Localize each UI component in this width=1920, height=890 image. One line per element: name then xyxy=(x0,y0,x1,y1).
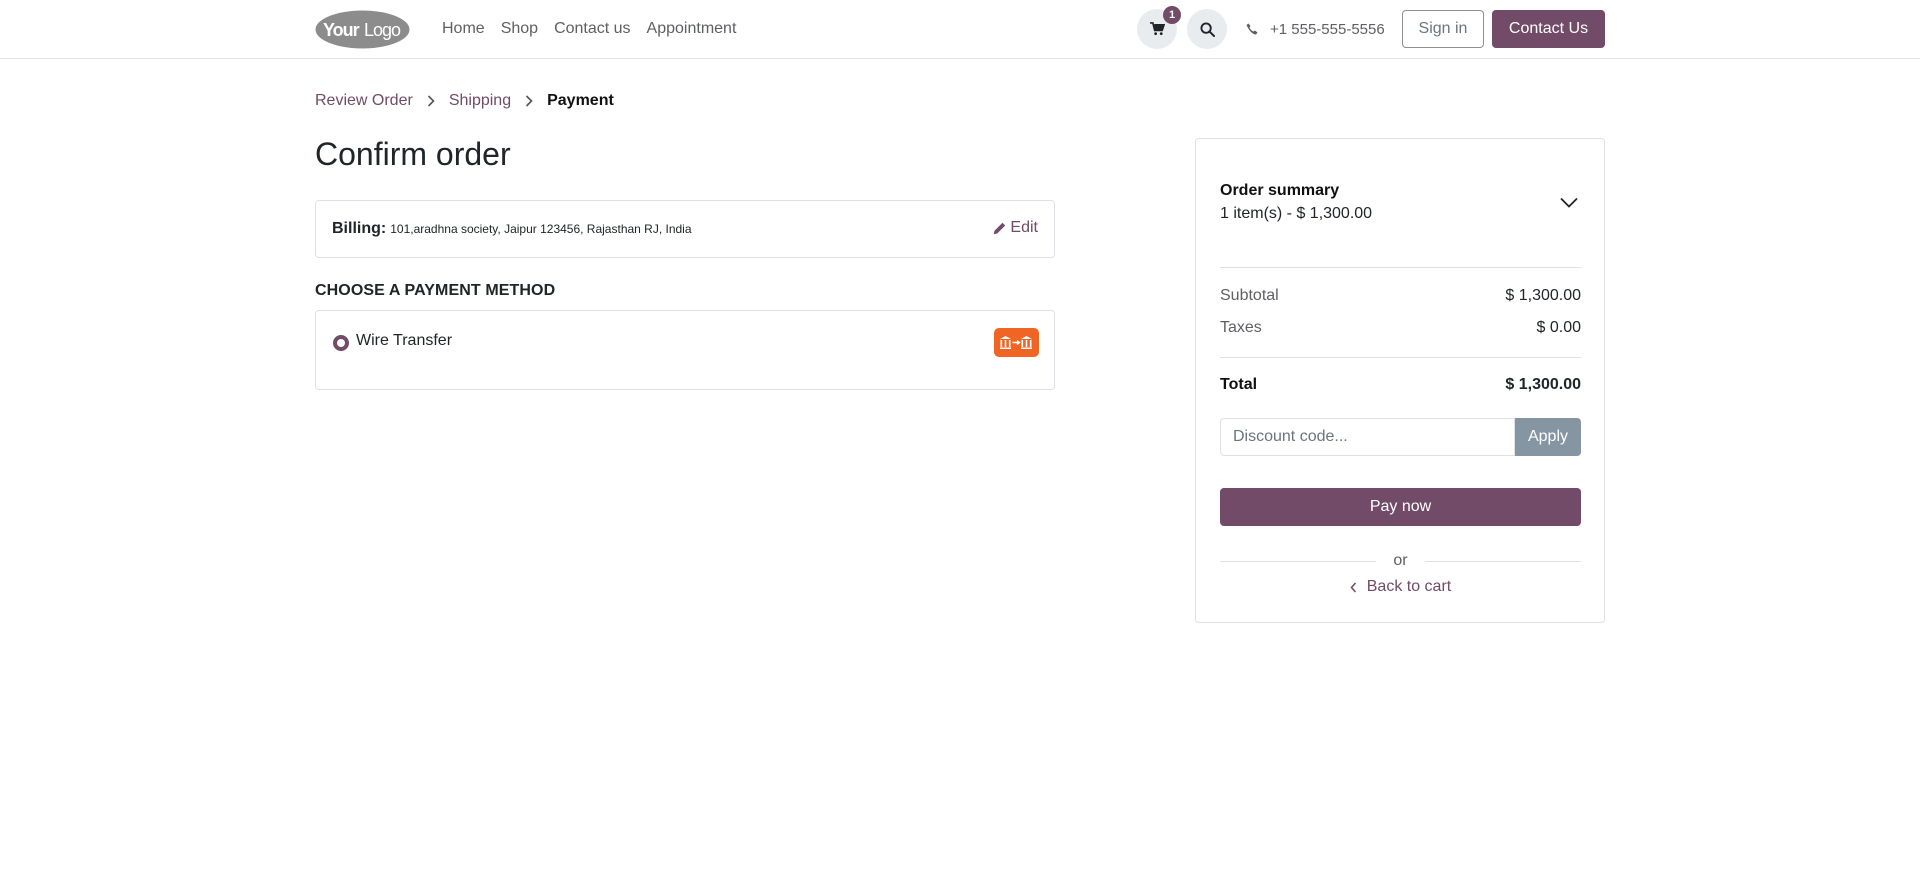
billing-label: Billing: xyxy=(332,220,387,237)
cart-icon xyxy=(1149,22,1165,36)
subtotal-value: $ 1,300.00 xyxy=(1505,287,1581,304)
total-label: Total xyxy=(1220,376,1258,393)
or-separator: or xyxy=(1220,551,1581,571)
payment-method-heading: CHOOSE A PAYMENT METHOD xyxy=(315,282,556,299)
main-nav: Home Shop Contact us Appointment xyxy=(442,0,752,58)
checkout-breadcrumb: Review Order Shipping Payment xyxy=(315,90,614,112)
site-header: Your Logo Home Shop Contact us Appointme… xyxy=(0,0,1920,59)
payment-method-option[interactable]: Wire Transfer xyxy=(315,310,1055,390)
back-to-cart-label: Back to cart xyxy=(1366,578,1452,595)
divider xyxy=(1220,357,1581,358)
discount-group: Apply xyxy=(1220,418,1581,456)
phone-link[interactable]: +1 555-555-5556 xyxy=(1246,0,1385,58)
order-summary-card: Order summary 1 item(s) - $ 1,300.00 Sub… xyxy=(1195,138,1605,623)
subtotal-label: Subtotal xyxy=(1220,287,1279,304)
back-to-cart-link[interactable]: Back to cart xyxy=(1220,576,1581,598)
total-value: $ 1,300.00 xyxy=(1505,376,1581,393)
billing-address: 101,aradhna society, Jaipur 123456, Raja… xyxy=(390,222,692,236)
total-row: Total $ 1,300.00 xyxy=(1220,376,1581,394)
taxes-label: Taxes xyxy=(1220,319,1262,336)
contact-us-button[interactable]: Contact Us xyxy=(1492,10,1605,48)
divider xyxy=(1220,267,1581,268)
subtotal-row: Subtotal $ 1,300.00 xyxy=(1220,287,1581,305)
pay-now-button[interactable]: Pay now xyxy=(1220,488,1581,526)
chevron-left-icon xyxy=(1350,581,1356,593)
order-summary-title: Order summary xyxy=(1220,182,1340,199)
breadcrumb-payment: Payment xyxy=(547,92,614,109)
breadcrumb-shipping[interactable]: Shipping xyxy=(449,92,511,110)
bank-transfer-icon xyxy=(994,328,1039,357)
sign-in-button[interactable]: Sign in xyxy=(1402,10,1484,48)
svg-text:Logo: Logo xyxy=(364,20,401,40)
payment-method-name: Wire Transfer xyxy=(356,332,453,349)
nav-home[interactable]: Home xyxy=(442,20,485,38)
taxes-value: $ 0.00 xyxy=(1536,319,1581,336)
breadcrumb-review-order[interactable]: Review Order xyxy=(315,92,413,110)
phone-number: +1 555-555-5556 xyxy=(1270,20,1385,38)
nav-appointment[interactable]: Appointment xyxy=(647,20,737,38)
billing-card: Billing: 101,aradhna society, Jaipur 123… xyxy=(315,200,1055,258)
nav-shop[interactable]: Shop xyxy=(501,20,538,38)
apply-discount-button[interactable]: Apply xyxy=(1515,418,1581,456)
payment-radio[interactable] xyxy=(333,335,349,351)
summary-toggle-button[interactable] xyxy=(1560,195,1578,213)
search-icon xyxy=(1199,21,1215,37)
svg-text:Your: Your xyxy=(323,20,360,40)
logo[interactable]: Your Logo xyxy=(315,10,410,49)
edit-billing-link[interactable]: Edit xyxy=(993,219,1038,237)
chevron-down-icon xyxy=(1560,197,1578,208)
chevron-right-icon xyxy=(525,95,533,107)
taxes-row: Taxes $ 0.00 xyxy=(1220,319,1581,337)
chevron-right-icon xyxy=(427,95,435,107)
edit-label: Edit xyxy=(1010,219,1038,236)
search-button[interactable] xyxy=(1187,9,1227,49)
nav-contact-us[interactable]: Contact us xyxy=(554,20,630,38)
pencil-icon xyxy=(994,222,1006,234)
discount-code-input[interactable] xyxy=(1220,418,1515,456)
order-summary-items: 1 item(s) - $ 1,300.00 xyxy=(1220,205,1373,222)
page-title: Confirm order xyxy=(315,136,511,172)
phone-icon xyxy=(1246,23,1258,35)
divider xyxy=(1425,561,1581,562)
cart-count-badge: 1 xyxy=(1163,6,1181,24)
